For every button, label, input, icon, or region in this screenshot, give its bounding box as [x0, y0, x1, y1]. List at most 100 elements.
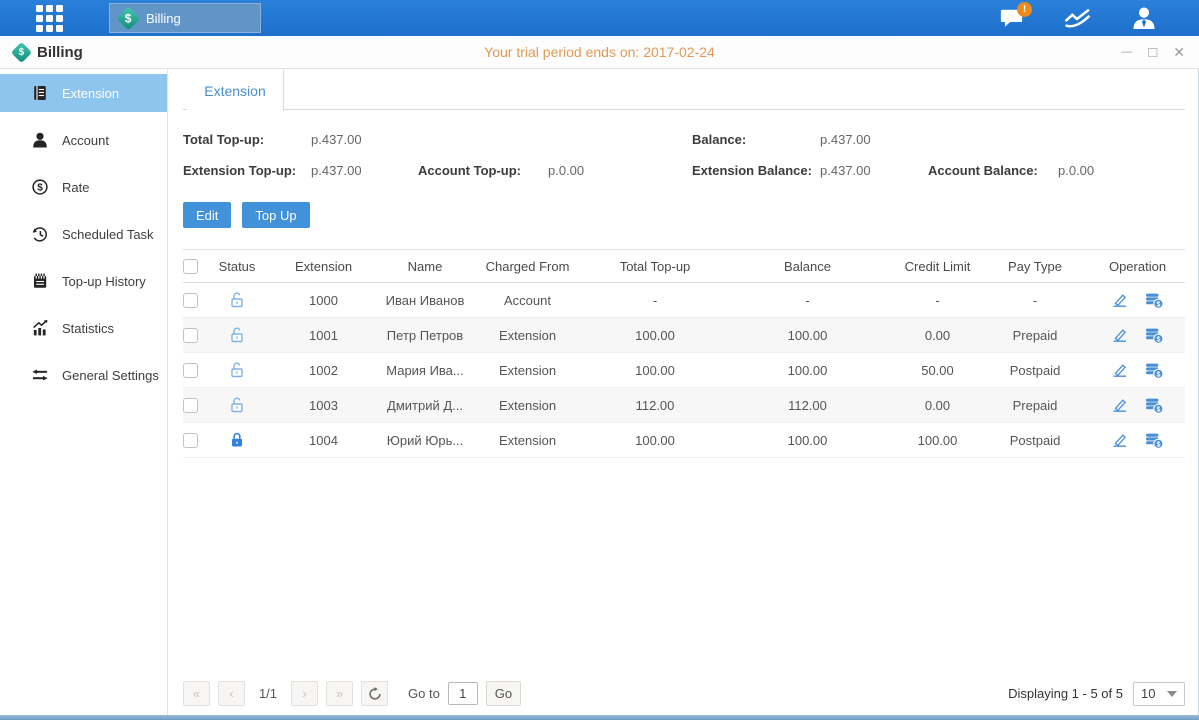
edit-pencil-icon[interactable]: [1111, 327, 1129, 343]
col-total-topup: Total Top-up: [590, 250, 720, 283]
account-topup-value: p.0.00: [548, 155, 692, 186]
goto-page-input[interactable]: [448, 682, 478, 705]
svg-text:$: $: [1156, 301, 1160, 308]
sidebar-item-scheduled-task[interactable]: Scheduled Task: [0, 215, 167, 253]
row-checkbox[interactable]: [183, 433, 198, 448]
lock-open-icon: [228, 361, 246, 379]
col-status: Status: [212, 250, 262, 283]
cell-balance: 100.00: [720, 353, 895, 388]
row-checkbox[interactable]: [183, 293, 198, 308]
row-checkbox[interactable]: [183, 328, 198, 343]
table-row: 1000 Иван Иванов Account - - - -: [183, 283, 1185, 318]
refresh-button[interactable]: [361, 681, 388, 706]
total-topup-value: p.437.00: [311, 124, 418, 155]
extension-topup-label: Extension Top-up:: [183, 155, 311, 186]
window-title: $ Billing: [14, 44, 83, 61]
close-icon[interactable]: ✕: [1173, 45, 1185, 59]
history-clock-icon: [31, 225, 49, 243]
sliders-icon: [31, 366, 49, 384]
cell-credit-limit: 0.00: [895, 318, 980, 353]
lock-open-icon: [228, 396, 246, 414]
extension-topup-value: p.437.00: [311, 155, 418, 186]
cell-name: Дмитрий Д...: [385, 388, 465, 423]
chart-icon[interactable]: [1064, 7, 1091, 30]
billing-app-window: $ Billing !: [0, 0, 1199, 720]
refresh-icon: [368, 687, 382, 701]
edit-button[interactable]: Edit: [183, 202, 231, 228]
cell-extension: 1000: [262, 283, 385, 318]
message-icon[interactable]: !: [999, 7, 1024, 29]
apps-grid-icon[interactable]: [36, 5, 63, 32]
row-checkbox[interactable]: [183, 363, 198, 378]
sidebar-item-label: Statistics: [62, 321, 114, 336]
taskbar-tab-label: Billing: [146, 11, 181, 26]
cell-pay-type: -: [980, 283, 1090, 318]
col-pay-type: Pay Type: [980, 250, 1090, 283]
table-row: 1002 Мария Ива... Extension 100.00 100.0…: [183, 353, 1185, 388]
topup-coins-icon[interactable]: $: [1145, 292, 1164, 309]
lock-open-icon: [228, 326, 246, 344]
billing-summary: Total Top-up: p.437.00 Balance: p.437.00…: [183, 124, 1185, 186]
cell-balance: 100.00: [720, 423, 895, 458]
notebook-icon: [31, 272, 49, 290]
col-extension: Extension: [262, 250, 385, 283]
maximize-icon[interactable]: □: [1148, 45, 1157, 60]
sidebar-item-rate[interactable]: $ Rate: [0, 168, 167, 206]
col-balance: Balance: [720, 250, 895, 283]
main-content: Extension Total Top-up: p.437.00 Balance…: [168, 69, 1199, 715]
tab-extension[interactable]: Extension: [187, 70, 284, 111]
table-row: 1001 Петр Петров Extension 100.00 100.00…: [183, 318, 1185, 353]
cell-total-topup: 112.00: [590, 388, 720, 423]
account-balance-label: Account Balance:: [928, 155, 1058, 186]
edit-pencil-icon[interactable]: [1111, 292, 1129, 308]
sidebar-item-topup-history[interactable]: Top-up History: [0, 262, 167, 300]
cell-extension: 1003: [262, 388, 385, 423]
select-all-checkbox[interactable]: [183, 259, 198, 274]
topup-coins-icon[interactable]: $: [1145, 397, 1164, 414]
lock-closed-icon: [228, 431, 246, 449]
taskbar-tab-billing[interactable]: $ Billing: [109, 3, 261, 33]
last-page-button[interactable]: »: [326, 681, 353, 706]
edit-pencil-icon[interactable]: [1111, 362, 1129, 378]
topup-coins-icon[interactable]: $: [1145, 362, 1164, 379]
account-topup-label: Account Top-up:: [418, 155, 548, 186]
cell-name: Мария Ива...: [385, 353, 465, 388]
window-bottom-edge: [0, 715, 1199, 720]
billing-diamond-icon: $: [116, 6, 140, 30]
go-button[interactable]: Go: [486, 681, 521, 706]
sidebar-item-label: Extension: [62, 86, 119, 101]
top-up-button[interactable]: Top Up: [242, 202, 309, 228]
user-icon[interactable]: [1131, 6, 1157, 30]
goto-label: Go to: [408, 686, 440, 701]
minimize-icon[interactable]: —: [1121, 47, 1132, 58]
page-indicator: 1/1: [253, 686, 283, 701]
first-page-button[interactable]: «: [183, 681, 210, 706]
topup-coins-icon[interactable]: $: [1145, 327, 1164, 344]
action-buttons: Edit Top Up: [183, 202, 1185, 228]
edit-pencil-icon[interactable]: [1111, 432, 1129, 448]
prev-page-button[interactable]: ‹: [218, 681, 245, 706]
table-header-row: Status Extension Name Charged From Total…: [183, 250, 1185, 283]
svg-text:$: $: [1156, 371, 1160, 378]
next-page-button[interactable]: ›: [291, 681, 318, 706]
cell-credit-limit: -: [895, 283, 980, 318]
page-size-select[interactable]: 10: [1133, 682, 1185, 706]
sidebar: Extension Account $ Rate: [0, 69, 168, 715]
displaying-text: Displaying 1 - 5 of 5: [1008, 686, 1123, 701]
cell-total-topup: 100.00: [590, 423, 720, 458]
cell-credit-limit: 50.00: [895, 353, 980, 388]
pagination-bar: « ‹ 1/1 › » Go to Go Displaying 1 - 5 of…: [183, 681, 1185, 706]
sidebar-item-extension[interactable]: Extension: [0, 74, 167, 112]
sidebar-item-statistics[interactable]: Statistics: [0, 309, 167, 347]
cell-total-topup: 100.00: [590, 353, 720, 388]
sidebar-item-label: General Settings: [62, 368, 159, 383]
row-checkbox[interactable]: [183, 398, 198, 413]
page-size-value: 10: [1141, 686, 1155, 701]
topup-coins-icon[interactable]: $: [1145, 432, 1164, 449]
edit-pencil-icon[interactable]: [1111, 397, 1129, 413]
cell-credit-limit: 100.00: [895, 423, 980, 458]
table-row: 1003 Дмитрий Д... Extension 112.00 112.0…: [183, 388, 1185, 423]
sidebar-item-account[interactable]: Account: [0, 121, 167, 159]
trial-notice: Your trial period ends on: 2017-02-24: [484, 44, 715, 60]
sidebar-item-general-settings[interactable]: General Settings: [0, 356, 167, 394]
